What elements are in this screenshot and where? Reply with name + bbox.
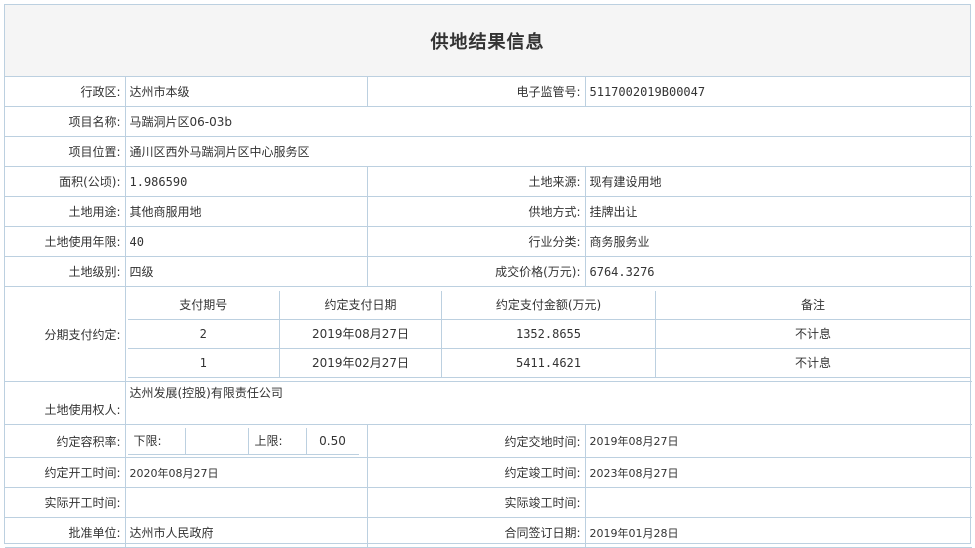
start-time-value: 2020年08月27日: [124, 457, 368, 488]
project-name-label: 项目名称:: [5, 106, 126, 137]
handover-time-label: 约定交地时间:: [366, 424, 586, 458]
completion-time-label: 约定竣工时间:: [366, 457, 586, 488]
table-row: 批准单位: 达州市人民政府 合同签订日期: 2019年01月28日: [5, 517, 972, 548]
approval-unit-value: 达州市人民政府: [124, 517, 368, 548]
installment-date: 2019年08月27日: [279, 318, 442, 349]
table-row: 行政区: 达州市本级 电子监管号: 5117002019B00047: [5, 77, 972, 107]
col-header-date: 约定支付日期: [279, 290, 442, 320]
installments-label: 分期支付约定:: [5, 286, 126, 382]
land-source-label: 土地来源:: [366, 166, 586, 197]
table-row: 2 2019年08月27日 1352.8655 不计息: [127, 318, 970, 349]
table-row: 项目位置: 通川区西外马踹洞片区中心服务区: [5, 136, 972, 167]
approval-unit-label: 批准单位:: [5, 517, 126, 548]
installment-note: 不计息: [655, 347, 970, 378]
project-location-value: 通川区西外马踹洞片区中心服务区: [124, 136, 972, 167]
area-label: 面积(公顷):: [5, 166, 126, 197]
col-header-note: 备注: [655, 290, 970, 320]
completion-time-value: 2023年08月27日: [584, 457, 972, 488]
table-row: 实际开工时间: 实际竣工时间:: [5, 487, 972, 518]
installment-date: 2019年02月27日: [279, 347, 442, 378]
plot-ratio-lower-value: [184, 427, 249, 455]
contract-date-value: 2019年01月28日: [584, 517, 972, 548]
land-use-label: 土地用途:: [5, 196, 126, 227]
page-title: 供地结果信息: [5, 5, 970, 77]
land-use-value: 其他商服用地: [124, 196, 368, 227]
table-row: 面积(公顷): 1.986590 土地来源: 现有建设用地: [5, 166, 972, 197]
plot-ratio-table: 下限: 上限: 0.50: [127, 427, 359, 455]
use-years-value: 40: [124, 226, 368, 257]
admin-region-value: 达州市本级: [124, 77, 368, 107]
project-location-label: 项目位置:: [5, 136, 126, 167]
supply-result-panel: 供地结果信息 行政区: 达州市本级 电子监管号: 5117002019B0004…: [4, 4, 972, 548]
actual-start-label: 实际开工时间:: [5, 487, 126, 518]
deal-price-label: 成交价格(万元):: [366, 256, 586, 287]
installments-cell: 支付期号 约定支付日期 约定支付金额(万元) 备注 2 2019年08月27日 …: [124, 286, 972, 382]
installment-note: 不计息: [655, 318, 970, 349]
supply-method-label: 供地方式:: [366, 196, 586, 227]
land-grade-label: 土地级别:: [5, 256, 126, 287]
plot-ratio-lower-label: 下限:: [127, 427, 186, 455]
plot-ratio-cell: 下限: 上限: 0.50: [124, 424, 368, 458]
land-user-value: 达州发展(控股)有限责任公司: [124, 381, 972, 425]
land-source-value: 现有建设用地: [584, 166, 972, 197]
installment-no: 1: [127, 347, 280, 378]
installments-header-row: 支付期号 约定支付日期 约定支付金额(万元) 备注: [127, 290, 970, 320]
deal-price-value: 6764.3276: [584, 256, 972, 287]
table-row: 土地用途: 其他商服用地 供地方式: 挂牌出让: [5, 196, 972, 227]
installment-amount: 5411.4621: [441, 347, 656, 378]
actual-completion-value: [584, 487, 972, 518]
e-supervision-no-label: 电子监管号:: [366, 77, 586, 107]
contract-date-label: 合同签订日期:: [366, 517, 586, 548]
handover-time-value: 2019年08月27日: [584, 424, 972, 458]
admin-region-label: 行政区:: [5, 77, 126, 107]
table-row: 分期支付约定: 支付期号 约定支付日期 约定支付金额(万元) 备注 2 2019…: [5, 286, 972, 382]
col-header-amount: 约定支付金额(万元): [441, 290, 656, 320]
project-name-value: 马踹洞片区06-03b: [124, 106, 972, 137]
col-header-no: 支付期号: [127, 290, 280, 320]
info-table: 行政区: 达州市本级 电子监管号: 5117002019B00047 项目名称:…: [5, 77, 972, 548]
installments-table: 支付期号 约定支付日期 约定支付金额(万元) 备注 2 2019年08月27日 …: [127, 290, 970, 378]
plot-ratio-upper-value: 0.50: [305, 427, 359, 455]
installment-no: 2: [127, 318, 280, 349]
table-row: 土地级别: 四级 成交价格(万元): 6764.3276: [5, 256, 972, 287]
e-supervision-no-value: 5117002019B00047: [584, 77, 972, 107]
land-user-label: 土地使用权人:: [5, 381, 126, 425]
actual-start-value: [124, 487, 368, 518]
plot-ratio-label: 约定容积率:: [5, 424, 126, 458]
supply-method-value: 挂牌出让: [584, 196, 972, 227]
actual-completion-label: 实际竣工时间:: [366, 487, 586, 518]
table-row: 土地使用年限: 40 行业分类: 商务服务业: [5, 226, 972, 257]
plot-ratio-upper-label: 上限:: [247, 427, 307, 455]
use-years-label: 土地使用年限:: [5, 226, 126, 257]
table-row: 项目名称: 马踹洞片区06-03b: [5, 106, 972, 137]
table-row: 约定容积率: 下限: 上限: 0.50 约定交地时间: 2019年08月27日: [5, 424, 972, 458]
industry-label: 行业分类:: [366, 226, 586, 257]
table-row: 土地使用权人: 达州发展(控股)有限责任公司: [5, 381, 972, 425]
area-value: 1.986590: [124, 166, 368, 197]
table-row: 约定开工时间: 2020年08月27日 约定竣工时间: 2023年08月27日: [5, 457, 972, 488]
start-time-label: 约定开工时间:: [5, 457, 126, 488]
industry-value: 商务服务业: [584, 226, 972, 257]
table-row: 1 2019年02月27日 5411.4621 不计息: [127, 347, 970, 378]
installment-amount: 1352.8655: [441, 318, 656, 349]
land-grade-value: 四级: [124, 256, 368, 287]
